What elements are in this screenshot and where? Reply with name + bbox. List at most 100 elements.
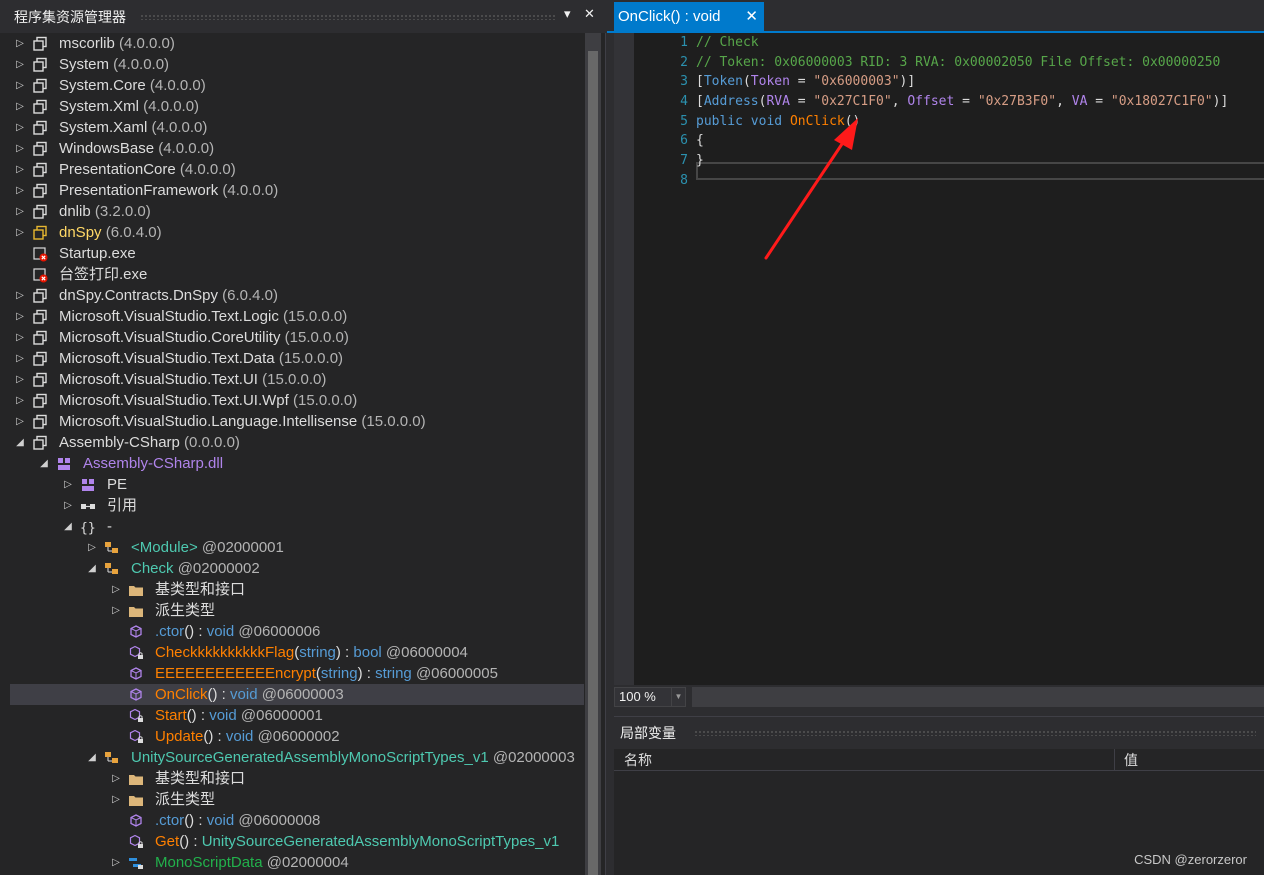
tree-node[interactable]: ▷ 派生类型 — [10, 789, 584, 810]
tree-node[interactable]: ▷ 派生类型 — [10, 600, 584, 621]
tree-node[interactable]: ▷ 基类型和接口 — [10, 579, 584, 600]
label-part: Microsoft.VisualStudio.Text.Data — [59, 350, 275, 367]
tree-node[interactable]: ▷ Microsoft.VisualStudio.Text.UI (15.0.0.… — [10, 369, 584, 390]
tree-node[interactable]: Start() : void @06000001 — [10, 705, 584, 726]
expand-arrow-icon[interactable]: ▷ — [14, 96, 26, 117]
tree-node[interactable]: ▷ dnSpy.Contracts.DnSpy (6.0.4.0) — [10, 285, 584, 306]
tree-node[interactable]: ▷ WindowsBase (4.0.0.0) — [10, 138, 584, 159]
tab-close-icon[interactable]: ✕ — [745, 2, 758, 31]
expand-arrow-icon[interactable]: ▷ — [14, 33, 26, 54]
title-grip — [694, 730, 1256, 736]
tree-node[interactable]: ▷ dnlib (3.2.0.0) — [10, 201, 584, 222]
tree-node[interactable]: Get() : UnitySourceGeneratedAssemblyMono… — [10, 831, 584, 852]
collapse-arrow-icon[interactable]: ◢ — [14, 432, 26, 453]
label-part: PE — [107, 476, 128, 493]
tree-node[interactable]: ◢ Check @02000002 — [10, 558, 584, 579]
expand-arrow-icon[interactable]: ▷ — [14, 159, 26, 180]
scrollbar-thumb[interactable] — [588, 51, 598, 875]
label-part: void — [230, 686, 258, 703]
expand-arrow-icon[interactable]: ▷ — [110, 768, 122, 789]
expand-arrow-icon[interactable]: ▷ — [14, 390, 26, 411]
expand-arrow-icon[interactable]: ▷ — [14, 369, 26, 390]
tree-node[interactable]: ◢ Assembly-CSharp (0.0.0.0) — [10, 432, 584, 453]
tree-node[interactable]: Update() : void @06000002 — [10, 726, 584, 747]
code-line[interactable]: [Address(RVA = "0x27C1F0", Offset = "0x2… — [696, 92, 1228, 112]
expand-arrow-icon[interactable]: ▷ — [86, 537, 98, 558]
tree-node[interactable]: ▷ Microsoft.VisualStudio.Language.Intelli… — [10, 411, 584, 432]
expand-arrow-icon[interactable]: ▷ — [110, 600, 122, 621]
tree-node[interactable]: OnClick() : void @06000003 — [10, 684, 584, 705]
tree-node[interactable]: Startup.exe — [10, 243, 584, 264]
tree-node[interactable]: CheckkkkkkkkkkFlag(string) : bool @06000… — [10, 642, 584, 663]
tree-node[interactable]: EEEEEEEEEEEEncrypt(string) : string @060… — [10, 663, 584, 684]
tree-node[interactable]: ▷ MonoScriptData @02000004 — [10, 852, 584, 873]
expand-arrow-icon[interactable]: ▷ — [14, 327, 26, 348]
tree-node[interactable]: ▷ System.Xml (4.0.0.0) — [10, 96, 584, 117]
expand-arrow-icon[interactable]: ▷ — [14, 117, 26, 138]
column-header-name[interactable]: 名称 — [624, 749, 652, 771]
code-text[interactable]: // Check // Token: 0x06000003 RID: 3 RVA:… — [696, 33, 1228, 191]
zoom-select[interactable]: 100 % ▼ — [614, 687, 686, 707]
collapse-arrow-icon[interactable]: ◢ — [62, 516, 74, 537]
tree-node[interactable]: .ctor() : void @06000008 — [10, 810, 584, 831]
expand-arrow-icon[interactable]: ▷ — [110, 852, 122, 873]
tree-node[interactable]: ▷ 引用 — [10, 495, 584, 516]
expand-arrow-icon[interactable]: ▷ — [14, 54, 26, 75]
expand-arrow-icon[interactable]: ▷ — [14, 75, 26, 96]
code-line[interactable]: } — [696, 151, 1228, 171]
tree-node[interactable]: .ctor() : void @06000006 — [10, 621, 584, 642]
tree-node[interactable]: ▷ System.Core (4.0.0.0) — [10, 75, 584, 96]
expand-arrow-icon[interactable]: ▷ — [110, 789, 122, 810]
tree-node[interactable]: ▷ 基类型和接口 — [10, 768, 584, 789]
panel-menu-icon[interactable]: ▾ — [564, 6, 571, 22]
editor-horizontal-scrollbar[interactable] — [692, 687, 1264, 707]
code-token: = — [789, 94, 814, 110]
tree-node[interactable]: ▷ Microsoft.VisualStudio.Text.UI.Wpf (15.… — [10, 390, 584, 411]
tree-node[interactable]: ▷ mscorlib (4.0.0.0) — [10, 33, 584, 54]
code-line[interactable] — [696, 171, 1228, 191]
tree-node[interactable]: ▷ <Module> @02000001 — [10, 537, 584, 558]
tree-node[interactable]: ◢ Assembly-CSharp.dll — [10, 453, 584, 474]
code-line[interactable]: public void OnClick() — [696, 112, 1228, 132]
expand-arrow-icon[interactable]: ▷ — [62, 474, 74, 495]
tree-node[interactable]: ▷ Microsoft.VisualStudio.CoreUtility (15.… — [10, 327, 584, 348]
expand-arrow-icon[interactable]: ▷ — [14, 201, 26, 222]
tree-node[interactable]: ▷ System.Xaml (4.0.0.0) — [10, 117, 584, 138]
panel-close-icon[interactable]: ✕ — [584, 6, 595, 22]
tree-node[interactable]: ▷ dnSpy (6.0.4.0) — [10, 222, 584, 243]
expand-arrow-icon[interactable]: ▷ — [14, 222, 26, 243]
expand-arrow-icon[interactable]: ▷ — [14, 138, 26, 159]
collapse-arrow-icon[interactable]: ◢ — [86, 558, 98, 579]
code-line[interactable]: [Token(Token = "0x6000003")] — [696, 72, 1228, 92]
tree-node[interactable]: ▷ System (4.0.0.0) — [10, 54, 584, 75]
line-number: 1 — [680, 35, 688, 50]
tree-node[interactable]: ◢ {} - — [10, 516, 584, 537]
tree-node[interactable]: ▷ Microsoft.VisualStudio.Text.Logic (15.0… — [10, 306, 584, 327]
column-divider[interactable] — [1114, 749, 1115, 771]
expand-arrow-icon[interactable]: ▷ — [110, 579, 122, 600]
expand-arrow-icon[interactable]: ▷ — [14, 306, 26, 327]
code-editor[interactable]: 1 2 3 4 5 6 7 8 // Check // Token: 0x06000003 RI… — [614, 33, 1264, 685]
tree-node[interactable]: ▷ PresentationFramework (4.0.0.0) — [10, 180, 584, 201]
chevron-down-icon[interactable]: ▼ — [671, 688, 685, 706]
tree-node[interactable]: 台签打印.exe — [10, 264, 584, 285]
code-line[interactable]: { — [696, 131, 1228, 151]
collapse-arrow-icon[interactable]: ◢ — [86, 747, 98, 768]
tree-node[interactable]: ▷ Microsoft.VisualStudio.Text.Data (15.0.… — [10, 348, 584, 369]
expand-arrow-icon[interactable]: ▷ — [14, 411, 26, 432]
code-token: void — [750, 113, 783, 129]
tree-vertical-scrollbar[interactable] — [585, 33, 601, 875]
expand-arrow-icon[interactable]: ▷ — [14, 348, 26, 369]
expand-arrow-icon[interactable]: ▷ — [14, 180, 26, 201]
expand-arrow-icon[interactable]: ▷ — [62, 495, 74, 516]
tab-onclick[interactable]: OnClick() : void ✕ — [614, 2, 764, 31]
expand-arrow-icon[interactable]: ▷ — [14, 285, 26, 306]
column-header-value[interactable]: 值 — [1124, 749, 1138, 771]
code-line[interactable]: // Check — [696, 33, 1228, 53]
collapse-arrow-icon[interactable]: ◢ — [38, 453, 50, 474]
code-line[interactable]: // Token: 0x06000003 RID: 3 RVA: 0x00002… — [696, 53, 1228, 73]
tree-node[interactable]: ▷ PresentationCore (4.0.0.0) — [10, 159, 584, 180]
tree-node[interactable]: ▷ PE — [10, 474, 584, 495]
tree-node[interactable]: ◢ UnitySourceGeneratedAssemblyMonoScriptT… — [10, 747, 584, 768]
